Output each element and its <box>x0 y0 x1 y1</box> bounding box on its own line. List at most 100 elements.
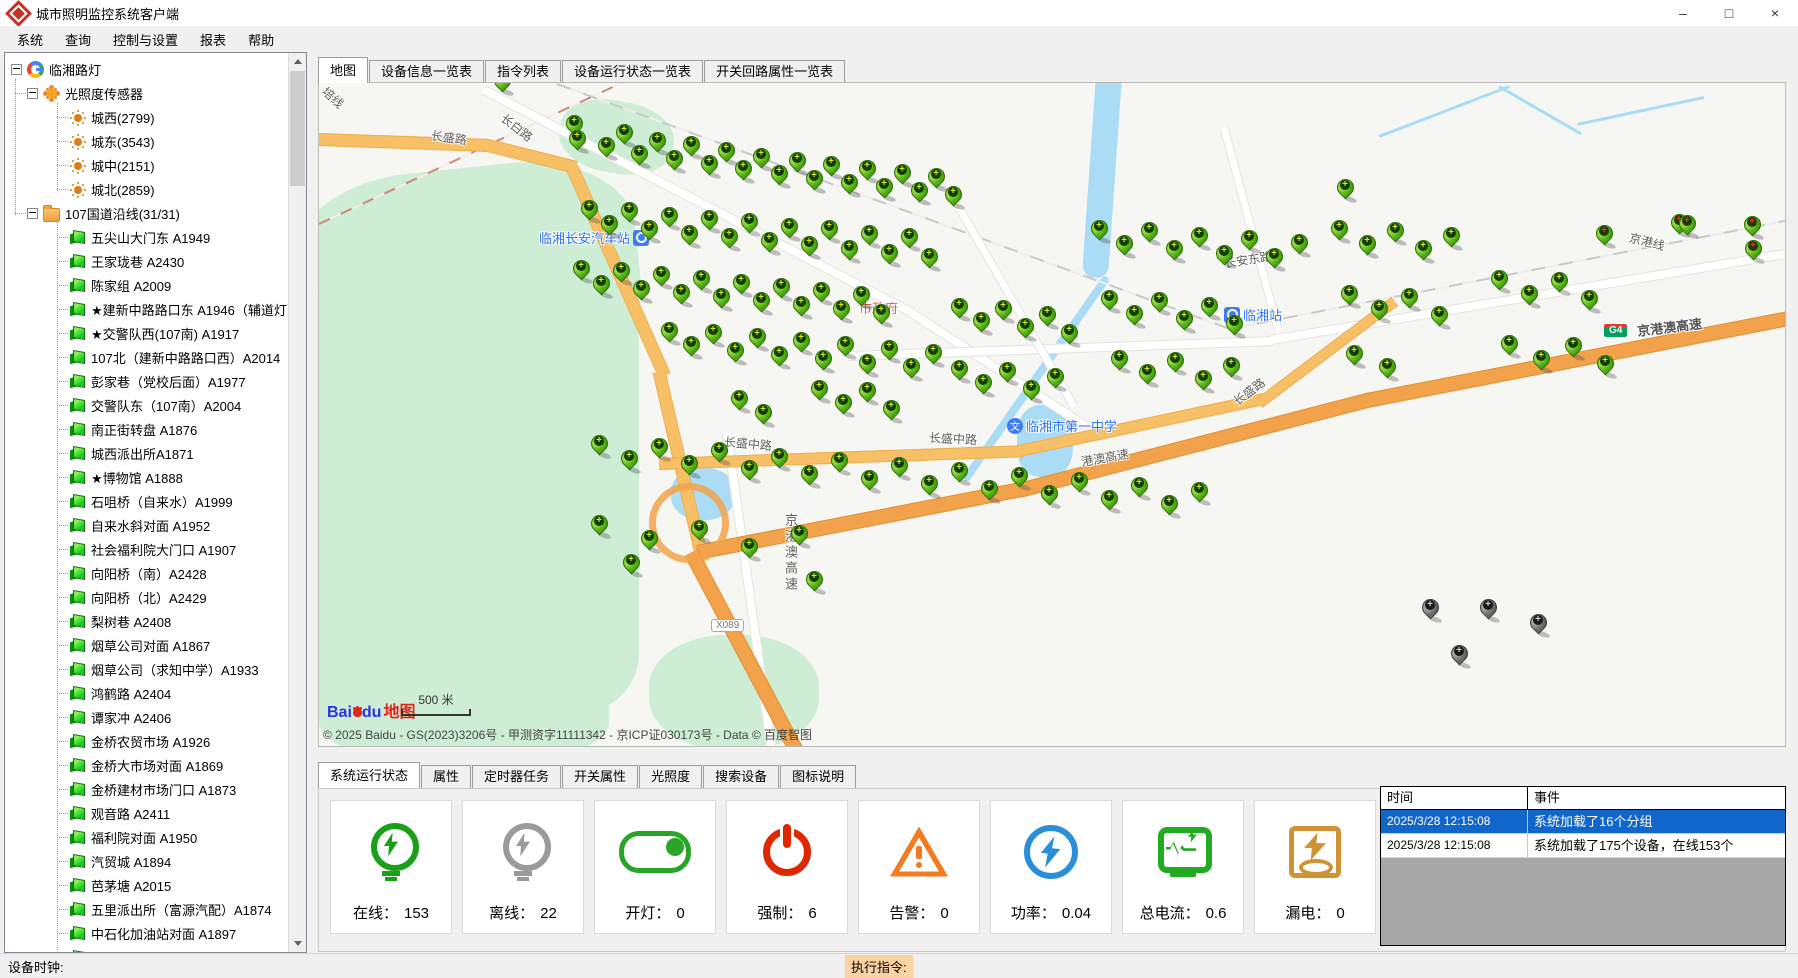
map-device-pin[interactable]: + <box>1129 475 1149 502</box>
map-device-pin[interactable]: + <box>831 298 851 325</box>
collapse-icon[interactable] <box>27 88 38 99</box>
tab-定时器任务[interactable]: 定时器任务 <box>472 765 561 788</box>
map-device-pin[interactable]: + <box>699 153 719 180</box>
tab-属性[interactable]: 属性 <box>421 765 471 788</box>
tree-item-device[interactable]: 社会福利院大门口 A1907 <box>5 537 289 561</box>
map-device-pin[interactable]: + <box>739 458 759 485</box>
map-device-pin[interactable]: + <box>979 478 999 505</box>
map-device-pin[interactable]: + <box>1528 612 1548 639</box>
map-device-pin[interactable]: + <box>1189 480 1209 507</box>
map-device-pin[interactable]: + <box>819 218 839 245</box>
map-device-pin[interactable]: + <box>1193 368 1213 395</box>
map-device-pin[interactable]: + <box>619 448 639 475</box>
map-device-pin[interactable]: + <box>1399 286 1419 313</box>
map-device-pin[interactable]: + <box>1369 298 1389 325</box>
tab-搜索设备[interactable]: 搜索设备 <box>703 765 779 788</box>
map-device-pin[interactable]: + <box>1099 288 1119 315</box>
map-device-pin[interactable]: + <box>709 440 729 467</box>
tree-item-device[interactable]: 向阳桥（南）A2428 <box>5 561 289 585</box>
tab-开关回路属性一览表[interactable]: 开关回路属性一览表 <box>704 60 845 83</box>
map-device-pin[interactable]: + <box>751 146 771 173</box>
map-device-pin[interactable]: + <box>779 216 799 243</box>
menu-item-控制与设置[interactable]: 控制与设置 <box>102 27 189 52</box>
map-device-pin[interactable]: + <box>689 518 709 545</box>
map-device-pin[interactable]: + <box>679 223 699 250</box>
map-device-pin[interactable]: + <box>1137 362 1157 389</box>
collapse-icon[interactable] <box>27 208 38 219</box>
map-device-pin[interactable]: + <box>1199 295 1219 322</box>
tree-item-device[interactable]: 107北（建新中路路口西）A2014 <box>5 345 289 369</box>
tab-光照度[interactable]: 光照度 <box>639 765 702 788</box>
tree-item-device[interactable]: 王家珑巷 A2430 <box>5 249 289 273</box>
map-device-pin[interactable]: + <box>1045 366 1065 393</box>
map-device-pin[interactable]: + <box>619 200 639 227</box>
map-device-pin[interactable]: + <box>1478 597 1498 624</box>
map-device-pin[interactable]: + <box>1519 283 1539 310</box>
tree-item-device[interactable]: 自来水斜对面 A1952 <box>5 513 289 537</box>
tree-item-device[interactable]: 烟草公司对面 A1867 <box>5 633 289 657</box>
map-device-pin[interactable]: + <box>1139 220 1159 247</box>
map-device-pin[interactable]: + <box>1159 493 1179 520</box>
map-canvas[interactable]: 培线长盛路长白路临湘长安汽车站市政府长安东路临湘站文临湘市第一中学长盛中路长盛中… <box>318 82 1786 747</box>
map-device-pin[interactable]: + <box>1385 220 1405 247</box>
map-device-pin[interactable]: + <box>1149 290 1169 317</box>
scrollbar-thumb[interactable] <box>290 71 305 186</box>
menu-item-报表[interactable]: 报表 <box>189 27 237 52</box>
event-log-row[interactable]: 2025/3/28 12:15:08系统加载了175个设备，在线153个 <box>1381 834 1785 858</box>
map-device-pin[interactable]: + <box>1742 214 1762 241</box>
map-device-pin[interactable]: + <box>804 168 824 195</box>
map-device-pin[interactable]: + <box>871 302 891 329</box>
map-device-pin[interactable]: + <box>1289 232 1309 259</box>
tree-item-device[interactable]: 金桥农贸市场 A1926 <box>5 729 289 753</box>
tab-开关属性[interactable]: 开关属性 <box>562 765 638 788</box>
map-device-pin[interactable]: + <box>596 135 616 162</box>
map-device-pin[interactable]: + <box>804 569 824 596</box>
map-device-pin[interactable]: + <box>949 460 969 487</box>
tree-item-sensor[interactable]: 城东(3543) <box>5 129 289 153</box>
map-device-pin[interactable]: + <box>997 360 1017 387</box>
map-device-pin[interactable]: + <box>1174 308 1194 335</box>
map-device-pin[interactable]: + <box>729 388 749 415</box>
map-device-pin[interactable]: + <box>659 320 679 347</box>
map-device-pin[interactable]: + <box>789 523 809 550</box>
map-device-pin[interactable]: + <box>1449 643 1469 670</box>
map-device-pin[interactable]: + <box>753 402 773 429</box>
minimize-button[interactable]: – <box>1660 0 1706 26</box>
map-device-pin[interactable]: + <box>671 282 691 309</box>
map-device-pin[interactable]: + <box>703 322 723 349</box>
map-device-pin[interactable]: + <box>1009 465 1029 492</box>
map-device-pin[interactable]: + <box>1059 322 1079 349</box>
map-device-pin[interactable]: + <box>649 436 669 463</box>
tree-item-device[interactable]: 福利院对面 A1950 <box>5 825 289 849</box>
tree-item-device[interactable]: 南正街转盘 A1876 <box>5 417 289 441</box>
map-device-pin[interactable]: + <box>567 128 587 155</box>
map-device-pin[interactable]: + <box>1239 228 1259 255</box>
map-device-pin[interactable]: + <box>1221 355 1241 382</box>
map-device-pin[interactable]: + <box>629 143 649 170</box>
map-device-pin[interactable]: + <box>664 148 684 175</box>
map-device-pin[interactable]: + <box>1224 313 1244 340</box>
map-device-pin[interactable]: + <box>874 176 894 203</box>
tree-item-device[interactable]: 陈家组 A2009 <box>5 273 289 297</box>
event-log-row[interactable]: 2025/3/28 12:15:08系统加载了16个分组 <box>1381 810 1785 834</box>
tree-item-device[interactable]: 五里派出所（富源汽配）A1874 <box>5 897 289 921</box>
tree-item-device[interactable]: 金桥建材市场门口 A1873 <box>5 777 289 801</box>
map-device-pin[interactable]: + <box>879 338 899 365</box>
map-device-pin[interactable]: + <box>751 290 771 317</box>
map-device-pin[interactable]: + <box>739 536 759 563</box>
tree-item-device[interactable] <box>5 945 289 952</box>
map-device-pin[interactable]: + <box>839 238 859 265</box>
tree-item-device[interactable]: 五尖山大门东 A1949 <box>5 225 289 249</box>
map-device-pin[interactable]: + <box>769 344 789 371</box>
tab-指令列表[interactable]: 指令列表 <box>485 60 561 83</box>
map-device-pin[interactable]: + <box>1189 225 1209 252</box>
tree-root[interactable]: 临湘路灯 <box>5 57 289 81</box>
map-device-pin[interactable]: + <box>759 230 779 257</box>
map-device-pin[interactable]: + <box>1489 268 1509 295</box>
tree-group-sensors[interactable]: 光照度传感器 <box>5 81 289 105</box>
map-device-pin[interactable]: + <box>492 82 512 97</box>
map-device-pin[interactable]: + <box>631 278 651 305</box>
map-device-pin[interactable]: + <box>949 296 969 323</box>
map-device-pin[interactable]: + <box>1377 356 1397 383</box>
map-device-pin[interactable]: + <box>1413 238 1433 265</box>
